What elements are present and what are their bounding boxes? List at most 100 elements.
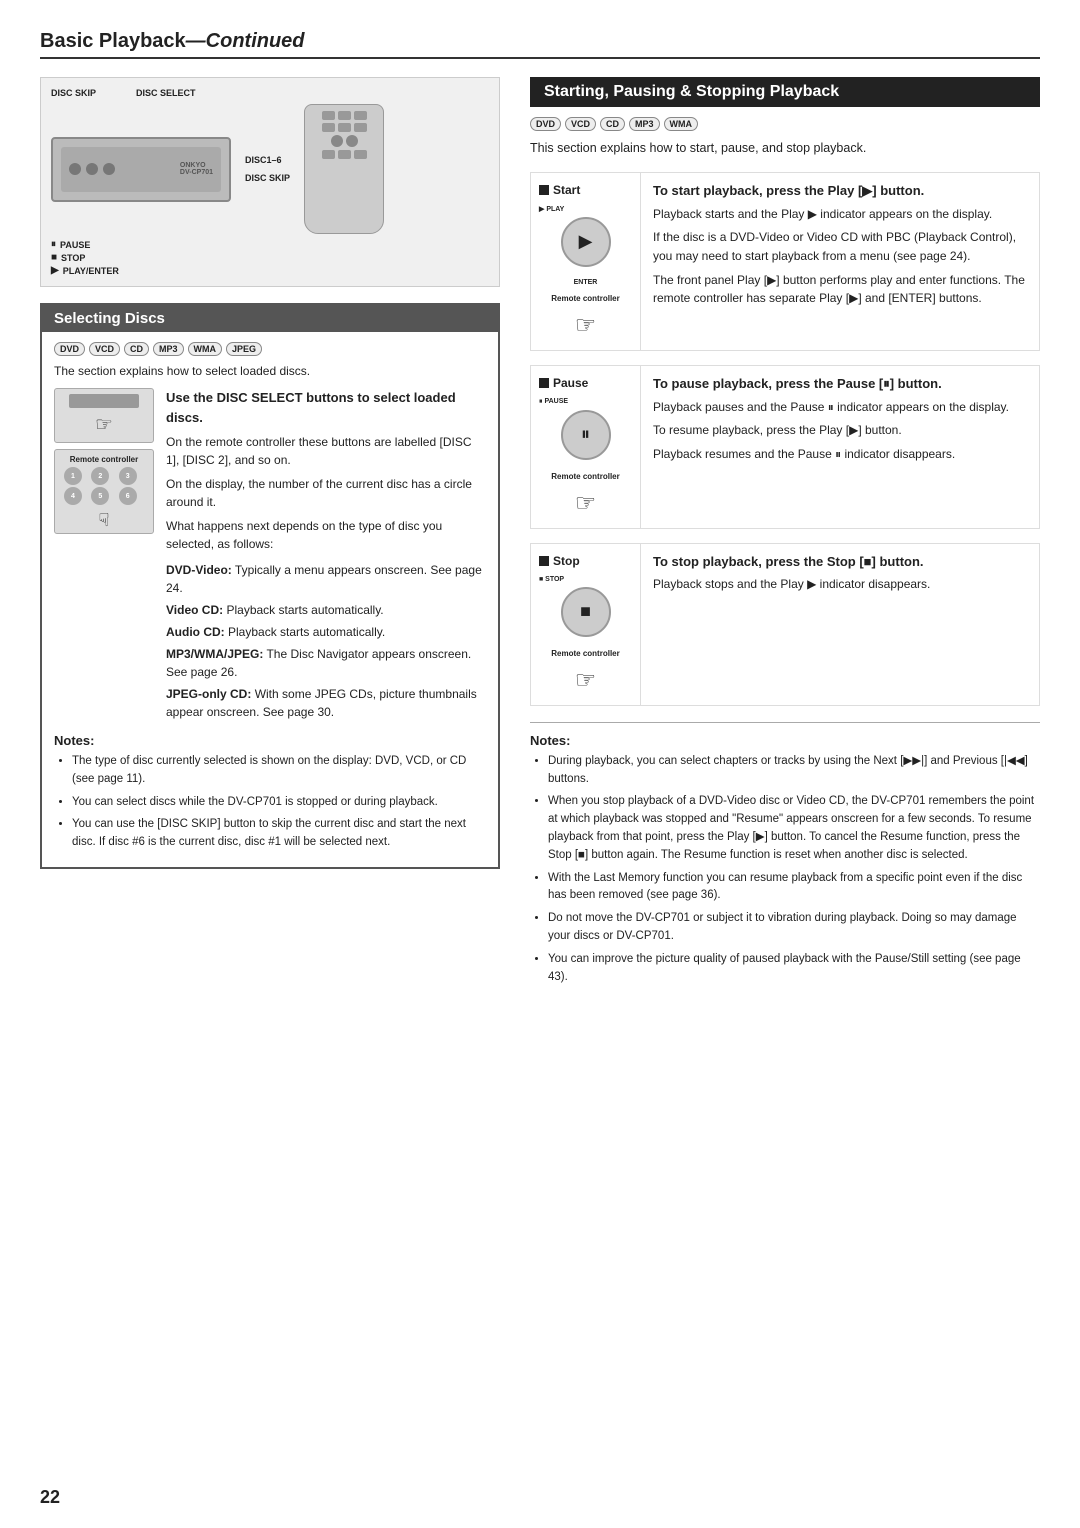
disc-skip-label: DISC SKIP bbox=[51, 88, 96, 98]
dvd-video-label: DVD-Video: bbox=[166, 563, 232, 577]
pause-btn-area: ⏸ PAUSE ⏸ bbox=[539, 398, 632, 464]
stop-para-0: Playback stops and the Play ▶ indicator … bbox=[653, 575, 1027, 594]
start-para-2: The front panel Play [▶] button performs… bbox=[653, 271, 1027, 308]
fp-logo: ONKYODV-CP701 bbox=[180, 162, 213, 176]
main-instruction: Use the DISC SELECT buttons to select lo… bbox=[166, 388, 486, 427]
remote-top-row bbox=[322, 111, 367, 120]
note-item-2: You can use the [DISC SKIP] button to sk… bbox=[72, 816, 486, 852]
note-item-1: You can select discs while the DV-CP701 … bbox=[72, 794, 486, 812]
selecting-discs-section: Selecting Discs DVD VCD CD MP3 WMA JPEG … bbox=[40, 303, 500, 869]
remote-mid-row-2 bbox=[331, 135, 358, 147]
hand-point-down-icon: ☟ bbox=[99, 510, 110, 531]
playback-item-stop: Stop ■ STOP ■ Remote controller ☞ To sto… bbox=[530, 543, 1040, 706]
two-col-layout: DISC SKIP DISC SELECT ONKYODV-CP701 bbox=[40, 77, 1040, 992]
device-diagram-area: DISC SKIP DISC SELECT ONKYODV-CP701 bbox=[40, 77, 500, 287]
disc-text-content: Use the DISC SELECT buttons to select lo… bbox=[166, 388, 486, 721]
right-note-3: Do not move the DV-CP701 or subject it t… bbox=[548, 910, 1040, 946]
pause-btn-label-top: ⏸ PAUSE bbox=[539, 398, 632, 406]
stop-btn-area: ■ STOP ■ bbox=[539, 576, 632, 641]
pause-hand-icon: ☞ bbox=[539, 489, 632, 518]
disc-type-audio-cd: Audio CD: Playback starts automatically. bbox=[166, 623, 486, 641]
diagram-main: ONKYODV-CP701 DISC1–6 DISC SKIP bbox=[51, 104, 489, 234]
pause-para-0: Playback pauses and the Pause ⏸ indicato… bbox=[653, 398, 1027, 417]
play-enter-label: PLAY/ENTER bbox=[63, 266, 119, 276]
disc-btn-4: 4 bbox=[64, 487, 82, 505]
right-notes-section: Notes: During playback, you can select c… bbox=[530, 722, 1040, 987]
start-indicator-square bbox=[539, 185, 549, 195]
fp-inner: ONKYODV-CP701 bbox=[61, 147, 221, 192]
remote-diagram bbox=[304, 104, 384, 234]
disc16-label: DISC1–6 bbox=[245, 151, 290, 169]
selecting-discs-intro: The section explains how to select loade… bbox=[54, 364, 486, 378]
pause-para-2: Playback resumes and the Pause ⏸ indicat… bbox=[653, 445, 1027, 464]
selecting-discs-notes: Notes: The type of disc currently select… bbox=[54, 733, 486, 852]
right-note-4: You can improve the picture quality of p… bbox=[548, 951, 1040, 987]
disc-select-btns-group: ☞ bbox=[69, 394, 139, 437]
disc-btn-1: 1 bbox=[64, 467, 82, 485]
playback-item-pause: Pause ⏸ PAUSE ⏸ Remote controller ☞ To p… bbox=[530, 365, 1040, 529]
pause-indicator-square bbox=[539, 378, 549, 388]
stop-btn-circle[interactable]: ■ bbox=[561, 587, 611, 637]
start-btn-area: ▶ PLAY ▶ bbox=[539, 205, 632, 271]
right-format-vcd: VCD bbox=[565, 117, 596, 131]
disc-select-label: DISC SELECT bbox=[136, 88, 196, 98]
remote-btn-7 bbox=[322, 150, 335, 159]
playback-right-pause: To pause playback, press the Pause [⏸] b… bbox=[641, 366, 1039, 528]
playback-left-start: Start ▶ PLAY ▶ ENTER Remote controller ☞ bbox=[531, 173, 641, 350]
right-format-dvd: DVD bbox=[530, 117, 561, 131]
mp3-label: MP3/WMA/JPEG: bbox=[166, 647, 263, 661]
fp-circle-2 bbox=[86, 163, 98, 175]
ds-btn-3 bbox=[115, 395, 131, 407]
format-cd: CD bbox=[124, 342, 149, 356]
panel-bottom-labels: ⏸ PAUSE ■ STOP ▶ PLAY/ENTER bbox=[51, 239, 489, 276]
right-format-mp3: MP3 bbox=[629, 117, 660, 131]
format-tags-left: DVD VCD CD MP3 WMA JPEG bbox=[54, 342, 486, 356]
jpeg-label: JPEG-only CD: bbox=[166, 687, 251, 701]
remote-btn-9 bbox=[354, 150, 367, 159]
remote-btn-2 bbox=[338, 111, 351, 120]
stop-indicator-square bbox=[539, 556, 549, 566]
remote-btn-4 bbox=[322, 123, 335, 132]
page-header: Basic Playback—Continued bbox=[40, 30, 1040, 59]
pause-label-row: ⏸ PAUSE bbox=[51, 239, 489, 250]
disc-btns-grid: 1 2 3 4 5 6 bbox=[64, 467, 144, 505]
pause-label: PAUSE bbox=[60, 240, 90, 250]
disc-select-bar bbox=[69, 394, 139, 408]
right-section-title: Starting, Pausing & Stopping Playback bbox=[530, 77, 1040, 107]
notes-list-left: The type of disc currently selected is s… bbox=[54, 753, 486, 852]
page-title: Basic Playback—Continued bbox=[40, 30, 305, 53]
disc-btn-5: 5 bbox=[91, 487, 109, 505]
remote-controller-label-left: Remote controller bbox=[70, 455, 138, 464]
right-notes-title: Notes: bbox=[530, 733, 1040, 748]
start-para-0: Playback starts and the Play ▶ indicator… bbox=[653, 205, 1027, 224]
remote-round-btn-1 bbox=[331, 135, 343, 147]
disc-diagram-area: ☞ Remote controller 1 2 3 4 bbox=[54, 388, 154, 534]
pause-title: To pause playback, press the Pause [⏸] b… bbox=[653, 376, 1027, 392]
start-remote-controller-label: Remote controller bbox=[539, 294, 632, 303]
playback-left-stop: Stop ■ STOP ■ Remote controller ☞ bbox=[531, 544, 641, 705]
fp-circles bbox=[69, 163, 115, 175]
stop-btn-label-top: ■ STOP bbox=[539, 576, 632, 583]
pause-remote-controller-label: Remote controller bbox=[539, 472, 632, 481]
format-tags-right: DVD VCD CD MP3 WMA bbox=[530, 117, 1040, 131]
stop-label: STOP bbox=[61, 253, 85, 263]
play-btn-circle[interactable]: ▶ bbox=[561, 217, 611, 267]
front-panel: ONKYODV-CP701 bbox=[51, 137, 231, 202]
right-note-0: During playback, you can select chapters… bbox=[548, 753, 1040, 789]
notes-title-left: Notes: bbox=[54, 733, 486, 748]
disc-type-dvd-video: DVD-Video: Typically a menu appears onsc… bbox=[166, 561, 486, 597]
selecting-discs-body: ☞ Remote controller 1 2 3 4 bbox=[54, 388, 486, 721]
remote-mid-row-1 bbox=[322, 123, 367, 132]
selecting-discs-title: Selecting Discs bbox=[42, 305, 498, 332]
disc-type-mp3: MP3/WMA/JPEG: The Disc Navigator appears… bbox=[166, 645, 486, 681]
pause-para-1: To resume playback, press the Play [▶] b… bbox=[653, 421, 1027, 440]
diagram-labels: DISC SKIP DISC SELECT bbox=[51, 88, 489, 98]
disc-btn-6: 6 bbox=[119, 487, 137, 505]
fp-circle-1 bbox=[69, 163, 81, 175]
selecting-discs-content-area: DVD VCD CD MP3 WMA JPEG The section expl… bbox=[42, 332, 498, 867]
right-format-cd: CD bbox=[600, 117, 625, 131]
pause-btn-circle[interactable]: ⏸ bbox=[561, 410, 611, 460]
playback-right-stop: To stop playback, press the Stop [■] but… bbox=[641, 544, 1039, 705]
disc-select-device-img: ☞ bbox=[54, 388, 154, 443]
disc-select-btn-row bbox=[77, 395, 131, 407]
